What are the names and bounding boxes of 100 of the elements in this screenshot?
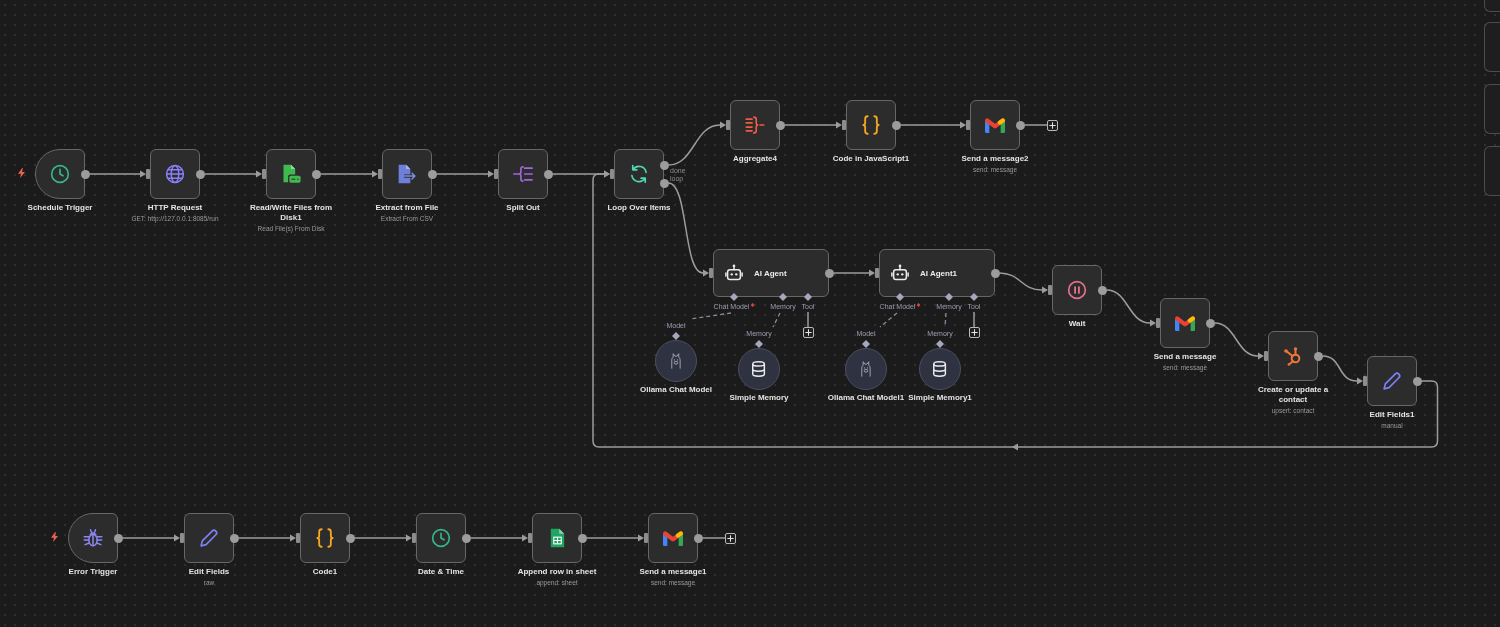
input-handle[interactable] — [726, 120, 730, 130]
connection-arrow[interactable] — [353, 534, 412, 542]
port-handle[interactable] — [970, 293, 978, 301]
workflow-node[interactable] — [498, 149, 548, 199]
output-handle[interactable] — [824, 268, 834, 278]
output-handle[interactable] — [659, 178, 669, 188]
input-handle[interactable] — [644, 533, 648, 543]
connection-arrow[interactable] — [1105, 289, 1156, 327]
input-handle[interactable] — [146, 169, 150, 179]
input-handle[interactable] — [412, 533, 416, 543]
input-handle[interactable] — [1156, 318, 1160, 328]
dashed-connector[interactable] — [689, 312, 732, 320]
connection-arrow[interactable] — [319, 170, 378, 178]
workflow-node[interactable] — [1268, 331, 1318, 381]
workflow-node[interactable] — [1367, 356, 1417, 406]
connection-arrow[interactable] — [121, 534, 180, 542]
workflow-node[interactable] — [184, 513, 234, 563]
output-handle[interactable] — [427, 169, 437, 179]
connection-arrow[interactable] — [585, 534, 644, 542]
output-handle[interactable] — [693, 533, 703, 543]
output-handle[interactable] — [891, 120, 901, 130]
output-handle[interactable] — [229, 533, 239, 543]
port-handle[interactable] — [945, 293, 953, 301]
input-handle[interactable] — [966, 120, 970, 130]
input-handle[interactable] — [296, 533, 300, 543]
output-handle[interactable] — [345, 533, 355, 543]
workflow-node[interactable] — [416, 513, 466, 563]
input-handle[interactable] — [875, 268, 879, 278]
output-handle[interactable] — [80, 169, 90, 179]
add-node-button[interactable] — [968, 327, 980, 338]
input-handle[interactable] — [1264, 351, 1268, 361]
sub-node[interactable] — [919, 348, 961, 390]
input-handle[interactable] — [610, 169, 614, 179]
port-handle[interactable] — [896, 293, 904, 301]
connection-arrow[interactable] — [237, 534, 296, 542]
output-handle[interactable] — [1412, 376, 1422, 386]
workflow-node[interactable]: AI Agent1 — [879, 249, 995, 297]
input-handle[interactable] — [528, 533, 532, 543]
add-node-button[interactable] — [1047, 119, 1058, 131]
input-handle[interactable] — [1363, 376, 1367, 386]
connection-arrow[interactable] — [88, 170, 146, 178]
workflow-node[interactable] — [1052, 265, 1102, 315]
output-handle[interactable] — [195, 169, 205, 179]
input-handle[interactable] — [709, 268, 713, 278]
connection-arrow[interactable] — [667, 121, 726, 166]
dashed-connector[interactable] — [772, 312, 781, 328]
port-handle[interactable] — [779, 293, 787, 301]
input-handle[interactable] — [262, 169, 266, 179]
output-handle[interactable] — [113, 533, 123, 543]
connection-arrow[interactable] — [899, 121, 966, 129]
workflow-node[interactable] — [1160, 298, 1210, 348]
connection-arrow[interactable] — [998, 272, 1048, 294]
output-handle[interactable] — [1015, 120, 1025, 130]
output-handle[interactable] — [1205, 318, 1215, 328]
file-drive-icon — [281, 164, 301, 184]
sub-node[interactable] — [738, 348, 780, 390]
braces-icon — [315, 528, 335, 548]
connection-arrow[interactable] — [203, 170, 262, 178]
sub-node[interactable] — [845, 348, 887, 390]
dashed-connector[interactable] — [879, 312, 898, 328]
workflow-node[interactable] — [970, 100, 1020, 150]
workflow-node[interactable] — [648, 513, 698, 563]
input-handle[interactable] — [842, 120, 846, 130]
add-node-button[interactable] — [725, 532, 736, 544]
output-handle[interactable] — [461, 533, 471, 543]
connection-arrow[interactable] — [469, 534, 528, 542]
connection-arrow[interactable] — [783, 121, 842, 129]
workflow-node[interactable] — [300, 513, 350, 563]
circular-arrows-icon — [629, 164, 649, 184]
output-handle[interactable] — [577, 533, 587, 543]
output-handle[interactable] — [311, 169, 321, 179]
input-handle[interactable] — [180, 533, 184, 543]
output-handle[interactable] — [1097, 285, 1107, 295]
workflow-node[interactable]: AI Agent — [713, 249, 829, 297]
workflow-node[interactable] — [846, 100, 896, 150]
port-handle[interactable] — [730, 293, 738, 301]
input-handle[interactable] — [1048, 285, 1052, 295]
workflow-node[interactable] — [614, 149, 664, 199]
output-handle[interactable] — [543, 169, 553, 179]
workflow-node[interactable] — [730, 100, 780, 150]
output-handle[interactable] — [1313, 351, 1323, 361]
connection-arrow[interactable] — [1321, 355, 1363, 385]
sub-node[interactable] — [655, 340, 697, 382]
add-node-button[interactable] — [802, 327, 814, 338]
workflow-node[interactable] — [150, 149, 200, 199]
input-handle[interactable] — [378, 169, 382, 179]
connection-arrow[interactable] — [832, 269, 875, 277]
output-handle[interactable] — [990, 268, 1000, 278]
input-handle[interactable] — [494, 169, 498, 179]
loop-back-arrow[interactable] — [592, 170, 1439, 451]
workflow-node[interactable] — [266, 149, 316, 199]
workflow-node[interactable] — [382, 149, 432, 199]
workflow-node[interactable] — [35, 149, 85, 199]
connection-arrow[interactable] — [435, 170, 494, 178]
output-handle[interactable] — [659, 160, 669, 170]
output-handle[interactable] — [775, 120, 785, 130]
workflow-node[interactable] — [68, 513, 118, 563]
port-handle[interactable] — [804, 293, 812, 301]
workflow-node[interactable] — [532, 513, 582, 563]
plus-icon — [727, 534, 734, 542]
